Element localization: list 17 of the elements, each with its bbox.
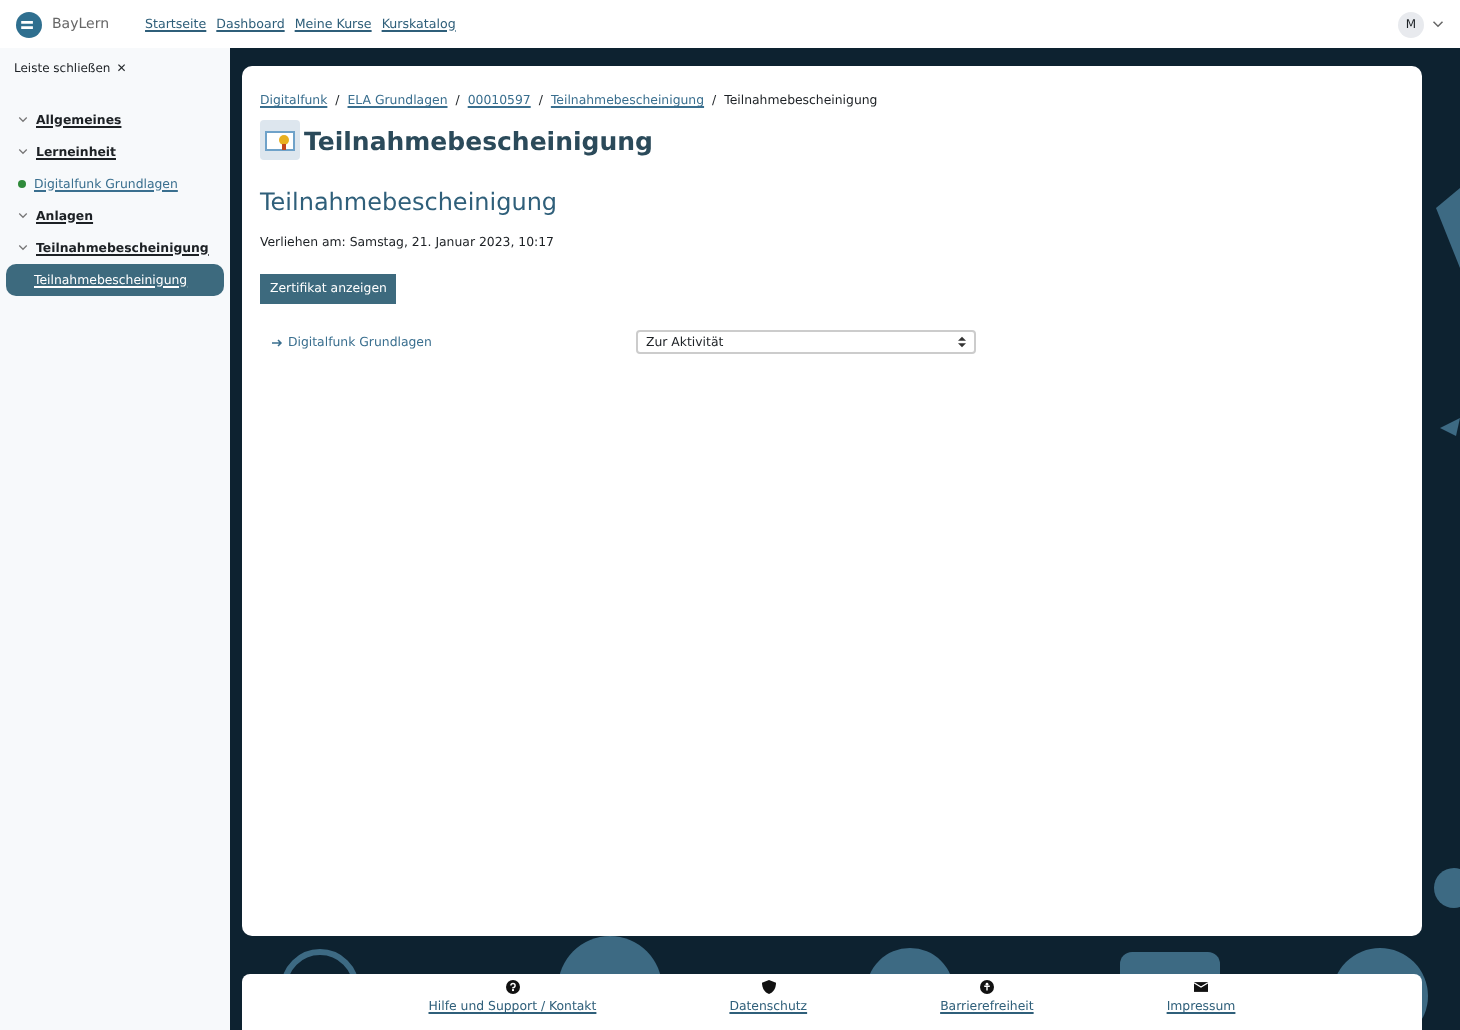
caret-icon[interactable]: [1432, 20, 1444, 28]
sort-arrows-icon: [958, 336, 966, 348]
logo-icon: [16, 11, 42, 37]
accessibility-icon: [979, 980, 994, 994]
page-title: Teilnahmebescheinigung: [304, 125, 653, 155]
completion-dot-icon: [18, 180, 26, 188]
chevron-icon[interactable]: [18, 116, 28, 124]
chevron-icon[interactable]: [18, 148, 28, 156]
chevron-icon[interactable]: [18, 244, 28, 252]
shield-icon: [761, 980, 776, 994]
circle-ornament: [1434, 868, 1460, 908]
chevron-icon[interactable]: [18, 212, 28, 220]
certificate-icon: [260, 120, 300, 160]
activity-heading: Teilnahmebescheinigung: [260, 188, 560, 216]
arrow-icon: [272, 337, 284, 347]
envelope-icon: [1194, 980, 1208, 994]
help-icon: [505, 980, 520, 994]
